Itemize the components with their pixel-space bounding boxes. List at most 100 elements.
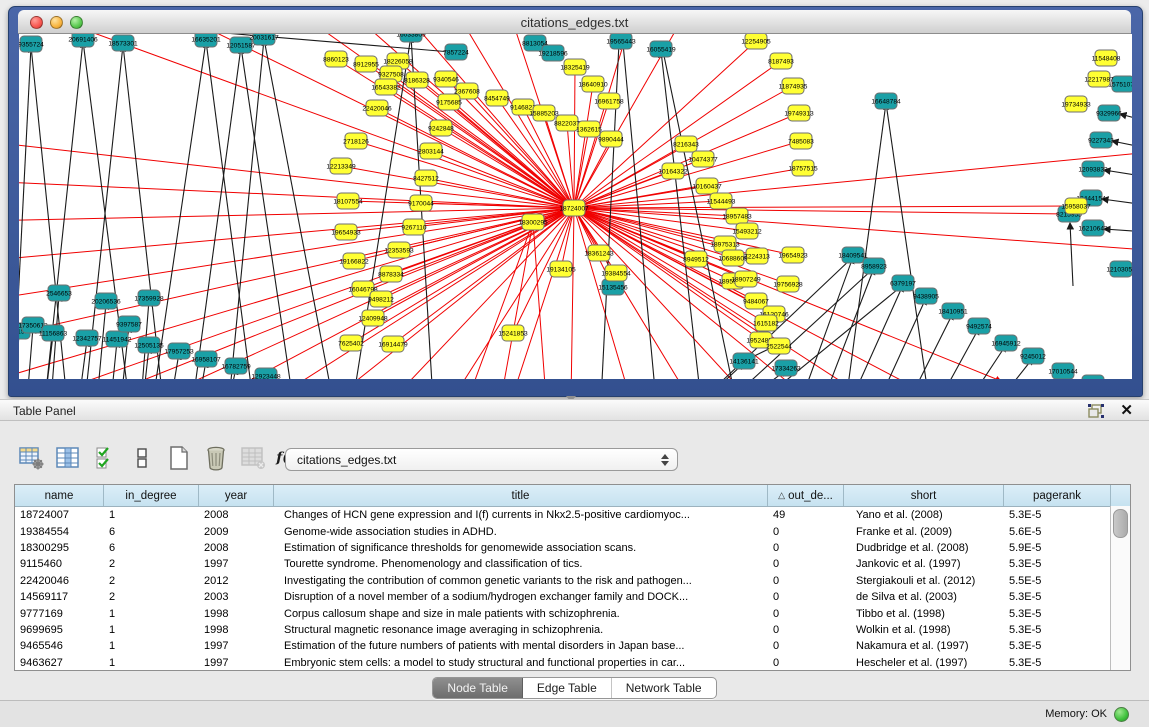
table-cell: 0 <box>768 591 844 603</box>
graph-node-label: 9329966 <box>1096 110 1122 117</box>
table-select-dropdown[interactable]: citations_edges.txt <box>285 448 678 471</box>
scrollbar-thumb[interactable] <box>1113 509 1128 538</box>
graph-node-label: 12353593 <box>384 247 414 254</box>
graph-edge <box>1112 141 1132 151</box>
graph-node-label: 16914479 <box>378 341 408 348</box>
table-cell: 2009 <box>199 526 274 538</box>
table-options-icon[interactable] <box>18 446 44 470</box>
table-row[interactable]: 1456911722003Disruption of a novel membe… <box>15 589 1130 605</box>
table-cell: Yano et al. (2008) <box>844 509 1004 521</box>
network-canvas-svg[interactable]: 9355724206914061857330116635201120515872… <box>19 34 1132 379</box>
show-columns-icon[interactable] <box>55 446 81 470</box>
column-header-in_degree[interactable]: in_degree <box>104 485 199 506</box>
graph-node-label: 14136141 <box>729 358 759 365</box>
table-cell: 22420046 <box>15 575 104 587</box>
graph-node-label: 20691406 <box>68 36 98 43</box>
graph-node-label: 19134105 <box>546 266 576 273</box>
graph-node-label: 19654933 <box>331 229 361 236</box>
table-cell: Nakamura et al. (1997) <box>844 640 1004 652</box>
delete-column-icon[interactable] <box>203 446 229 470</box>
graph-node-label: 12505135 <box>134 342 164 349</box>
graph-edge <box>1104 170 1132 179</box>
graph-edge <box>574 151 1132 208</box>
table-row[interactable]: 911546021997Tourette syndrome. Phenomeno… <box>15 556 1130 572</box>
column-header-name[interactable]: name <box>15 485 104 506</box>
table-cell: Investigating the contribution of common… <box>274 575 768 587</box>
float-window-icon[interactable] <box>1087 403 1105 419</box>
graph-node-label: 8427512 <box>413 175 439 182</box>
table-cell: 19384554 <box>15 526 104 538</box>
tab-edge-table[interactable]: Edge Table <box>523 678 612 698</box>
network-window[interactable]: citations_edges.txt 9355724 20691406 18573… <box>8 6 1143 397</box>
graph-node-label: 19384554 <box>601 270 631 277</box>
graph-node-label: 12923448 <box>251 373 281 379</box>
table-row[interactable]: 969969511998Structural magnetic resonanc… <box>15 622 1130 638</box>
graph-node-label: 19749313 <box>784 110 814 117</box>
table-tabs: Node TableEdge TableNetwork Table <box>0 677 1149 699</box>
table-row[interactable]: 977716911998Corpus callosum shape and si… <box>15 605 1130 621</box>
memory-ok-indicator-icon <box>1114 707 1129 722</box>
table-row[interactable]: 1938455462009Genome-wide association stu… <box>15 523 1130 539</box>
table-cell: 1997 <box>199 558 274 570</box>
graph-edge <box>574 113 799 208</box>
column-header-year[interactable]: year <box>199 485 274 506</box>
table-cell: 2008 <box>199 542 274 554</box>
graph-node-label: 15885203 <box>529 110 559 117</box>
network-canvas[interactable]: 9355724206914061857330116635201120515872… <box>19 34 1132 379</box>
node-table[interactable]: namein_degreeyeartitle△out_de...shortpag… <box>14 484 1131 671</box>
graph-node-label: 18573301 <box>108 40 138 47</box>
graph-node-label: 1615182 <box>753 320 779 327</box>
network-window-titlebar[interactable]: citations_edges.txt <box>18 10 1131 34</box>
graph-node[interactable] <box>1082 375 1104 379</box>
table-row[interactable]: 946362711997Embryonic stem cells: a mode… <box>15 655 1130 671</box>
graph-node-label: 9397587 <box>116 321 142 328</box>
column-header-title[interactable]: title <box>274 485 768 506</box>
select-columns-icon[interactable] <box>92 446 118 470</box>
graph-node-label: 16958107 <box>191 356 221 363</box>
graph-node-label: 2803144 <box>418 148 444 155</box>
graph-node-label: 11874935 <box>779 83 808 90</box>
table-row[interactable]: 946554611997Estimation of the future num… <box>15 638 1130 654</box>
table-header-row: namein_degreeyeartitle△out_de...shortpag… <box>15 485 1130 507</box>
graph-node-label: 18361243 <box>584 250 614 257</box>
tab-network-table[interactable]: Network Table <box>612 678 716 698</box>
column-header-out_de[interactable]: △out_de... <box>768 485 844 506</box>
table-cell: 5.3E-5 <box>1004 558 1111 570</box>
graph-node-label: 8912955 <box>353 61 379 68</box>
table-row[interactable]: 2242004622012Investigating the contribut… <box>15 573 1130 589</box>
graph-node-label: 7224313 <box>744 253 770 260</box>
graph-node-label: 16210643 <box>1078 225 1108 232</box>
graph-node-label: 11544493 <box>707 198 736 205</box>
graph-node-label: 7485083 <box>788 138 814 145</box>
graph-edge <box>241 47 293 379</box>
graph-node-label: 18640910 <box>578 81 608 88</box>
graph-node-label: 9327508 <box>378 71 404 78</box>
graph-node-label: 9355724 <box>19 41 44 48</box>
graph-node-label: 16961758 <box>594 98 624 105</box>
table-row[interactable]: 1872400712008Changes of HCN gene express… <box>15 507 1130 523</box>
vertical-scrollbar[interactable] <box>1110 506 1130 670</box>
table-cell: Embryonic stem cells: a model to study s… <box>274 657 768 669</box>
table-cell: 9699695 <box>15 624 104 636</box>
table-cell: 1998 <box>199 608 274 620</box>
graph-node-label: 7625402 <box>338 340 364 347</box>
table-cell: 1 <box>104 624 199 636</box>
table-cell: 1 <box>104 657 199 669</box>
table-cell: Hescheler et al. (1997) <box>844 657 1004 669</box>
row-height-icon[interactable] <box>129 446 155 470</box>
column-header-pagerank[interactable]: pagerank <box>1004 485 1111 506</box>
table-row[interactable]: 1830029562008Estimation of significance … <box>15 540 1130 556</box>
table-cell: Estimation of significance thresholds fo… <box>274 542 768 554</box>
graph-node-label: 8878334 <box>378 271 404 278</box>
graph-node-label: 6379197 <box>890 280 916 287</box>
table-cell: 2012 <box>199 575 274 587</box>
table-cell: de Silva et al. (2003) <box>844 591 1004 603</box>
graph-edge <box>229 39 264 379</box>
table-cell: 0 <box>768 657 844 669</box>
close-icon[interactable]: ✕ <box>1120 401 1133 419</box>
tab-node-table[interactable]: Node Table <box>433 678 523 698</box>
graph-node-label: 12051587 <box>226 42 256 49</box>
column-header-short[interactable]: short <box>844 485 1004 506</box>
graph-node-label: 9340546 <box>433 76 459 83</box>
create-column-icon[interactable] <box>166 446 192 470</box>
